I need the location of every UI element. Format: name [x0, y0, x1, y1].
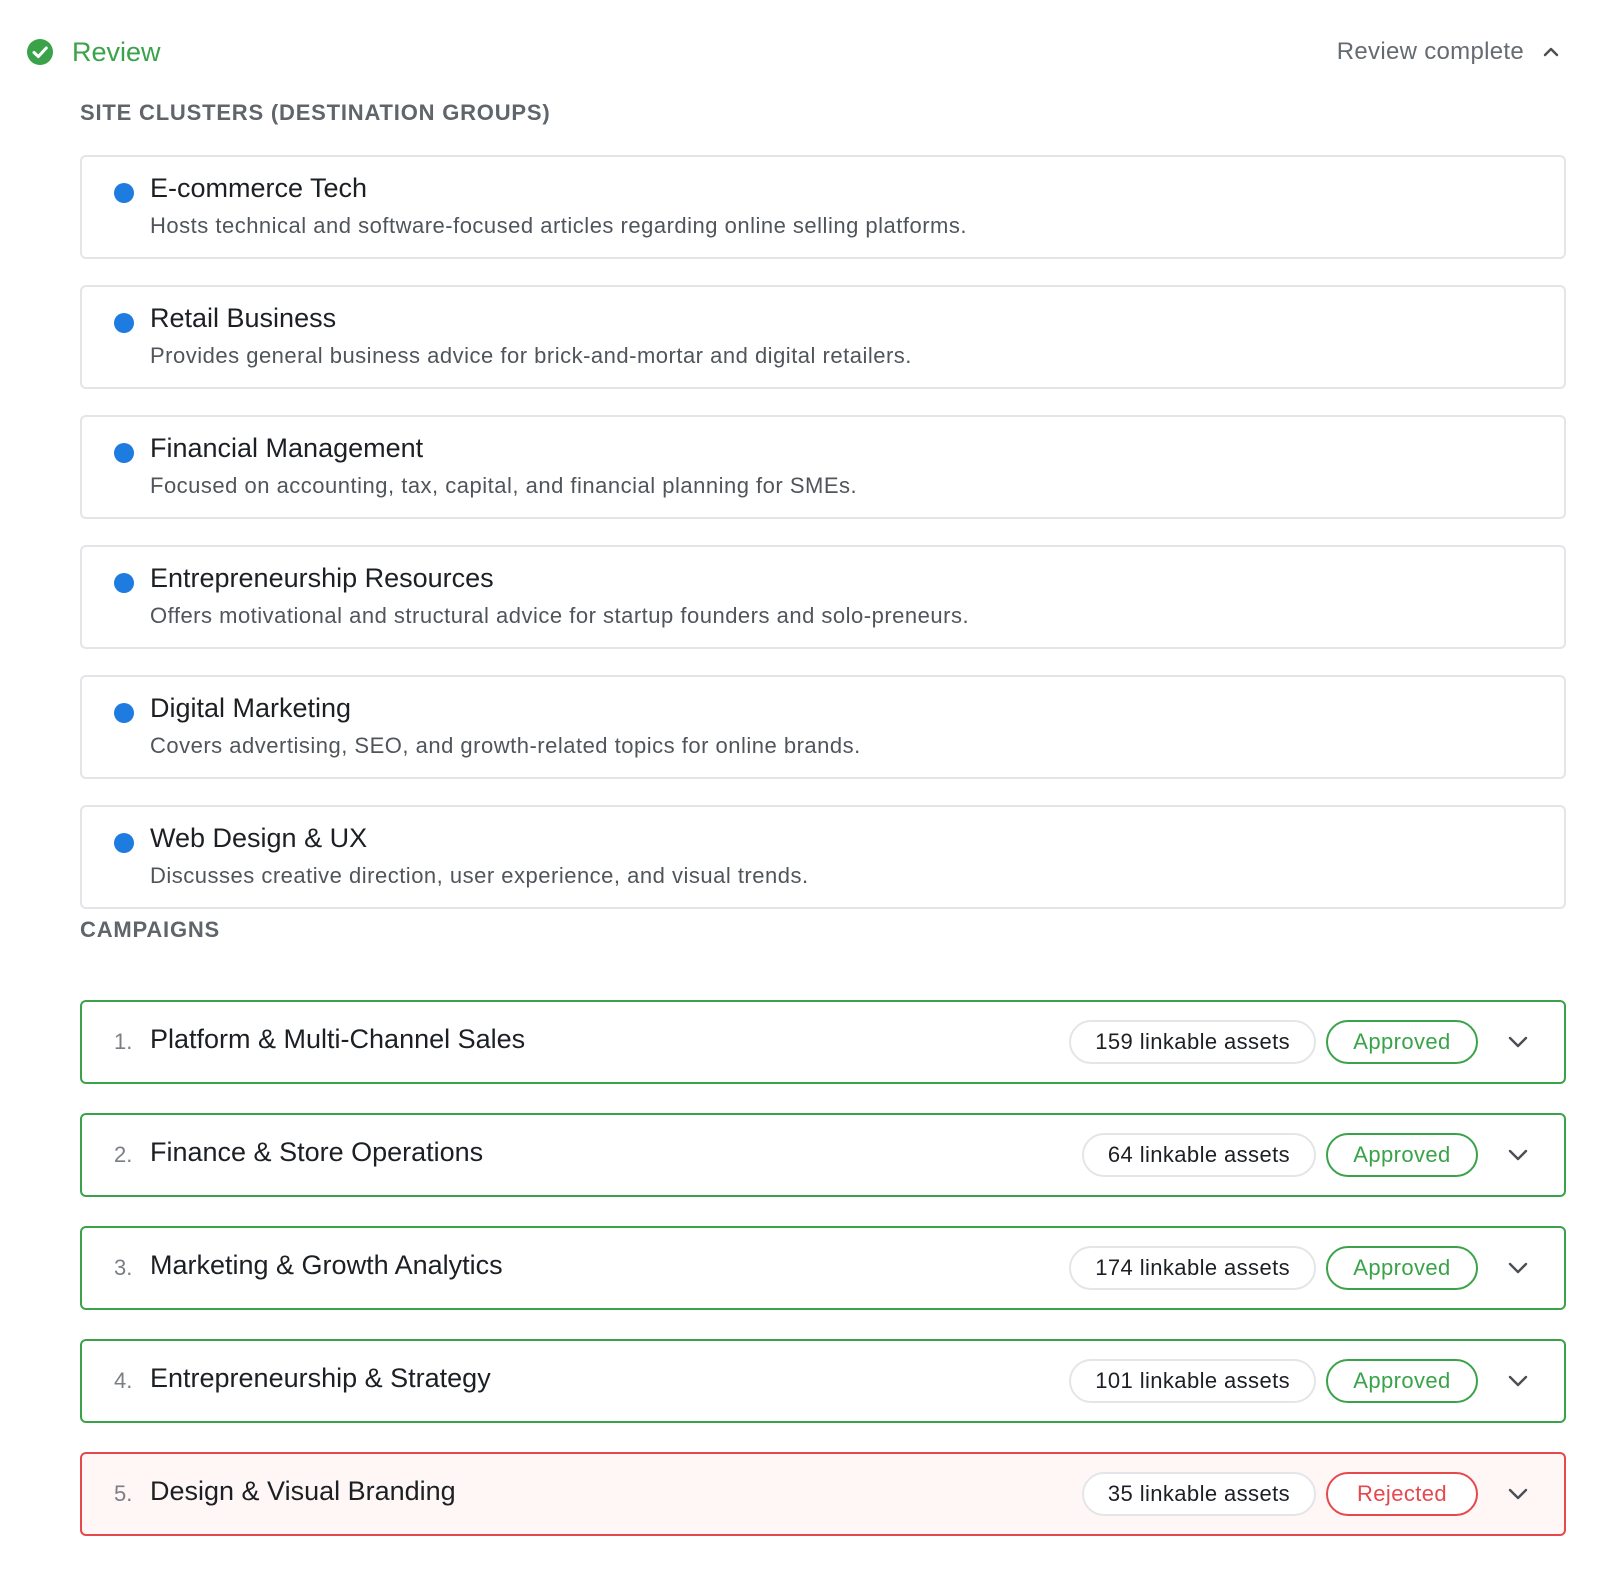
- cluster-card: Entrepreneurship Resources Offers motiva…: [80, 545, 1566, 649]
- cluster-card: Financial Management Focused on accounti…: [80, 415, 1566, 519]
- site-clusters-heading: SITE CLUSTERS (DESTINATION GROUPS): [80, 100, 551, 125]
- chevron-down-icon[interactable]: [1506, 1482, 1530, 1506]
- campaign-row[interactable]: 3. Marketing & Growth Analytics 174 link…: [80, 1226, 1566, 1310]
- campaign-title: Design & Visual Branding: [150, 1476, 456, 1506]
- campaign-meta: 35 linkable assets Rejected: [1081, 1470, 1530, 1518]
- linkable-assets-badge: 64 linkable assets: [1081, 1133, 1316, 1177]
- status-badge: Approved: [1326, 1133, 1478, 1177]
- campaign-meta: 159 linkable assets Approved: [1069, 1018, 1530, 1066]
- campaign-row[interactable]: 2. Finance & Store Operations 64 linkabl…: [80, 1113, 1566, 1197]
- campaigns-heading: CAMPAIGNS: [80, 917, 221, 942]
- cluster-dot: [114, 703, 134, 723]
- cluster-description: Offers motivational and structural advic…: [150, 603, 970, 628]
- cluster-card: Retail Business Provides general busines…: [80, 285, 1566, 389]
- campaign-title: Entrepreneurship & Strategy: [150, 1363, 491, 1393]
- campaign-title: Finance & Store Operations: [150, 1137, 484, 1167]
- cluster-dot: [114, 183, 134, 203]
- chevron-down-icon[interactable]: [1506, 1369, 1530, 1393]
- cluster-dot: [114, 833, 134, 853]
- cluster-card: E-commerce Tech Hosts technical and soft…: [80, 155, 1566, 259]
- campaigns-list: 1. Platform & Multi-Channel Sales 159 li…: [80, 1000, 1566, 1565]
- cluster-name: Entrepreneurship Resources: [150, 563, 494, 593]
- review-collapse-toggle[interactable]: Review complete: [1337, 32, 1562, 72]
- campaign-title: Marketing & Growth Analytics: [150, 1250, 503, 1280]
- cluster-description: Focused on accounting, tax, capital, and…: [150, 473, 858, 498]
- cluster-description: Provides general business advice for bri…: [150, 343, 912, 368]
- linkable-assets-badge: 35 linkable assets: [1081, 1472, 1316, 1516]
- status-badge: Rejected: [1326, 1472, 1478, 1516]
- cluster-name: Digital Marketing: [150, 693, 352, 723]
- linkable-assets-badge: 174 linkable assets: [1069, 1246, 1316, 1290]
- review-status-text: Review complete: [1336, 38, 1524, 65]
- campaign-index: 3.: [114, 1255, 133, 1280]
- cluster-name: Web Design & UX: [150, 823, 368, 853]
- status-badge: Approved: [1326, 1246, 1478, 1290]
- chevron-up-icon[interactable]: [1540, 41, 1562, 63]
- linkable-assets-badge: 101 linkable assets: [1069, 1359, 1316, 1403]
- site-clusters-list: E-commerce Tech Hosts technical and soft…: [80, 155, 1566, 935]
- campaign-index: 5.: [114, 1481, 133, 1506]
- chevron-down-icon[interactable]: [1506, 1256, 1530, 1280]
- chevron-down-icon[interactable]: [1506, 1143, 1530, 1167]
- campaign-row[interactable]: 1. Platform & Multi-Channel Sales 159 li…: [80, 1000, 1566, 1084]
- linkable-assets-badge: 159 linkable assets: [1069, 1020, 1316, 1064]
- cluster-name: Financial Management: [150, 433, 424, 463]
- cluster-dot: [114, 443, 134, 463]
- review-header-left: Review: [26, 32, 161, 72]
- campaign-title: Platform & Multi-Channel Sales: [150, 1024, 526, 1054]
- chevron-down-icon[interactable]: [1506, 1030, 1530, 1054]
- cluster-name: Retail Business: [150, 303, 337, 333]
- status-badge: Approved: [1326, 1359, 1478, 1403]
- cluster-card: Web Design & UX Discusses creative direc…: [80, 805, 1566, 909]
- campaign-row[interactable]: 4. Entrepreneurship & Strategy 101 linka…: [80, 1339, 1566, 1423]
- campaign-index: 4.: [114, 1368, 133, 1393]
- status-badge: Approved: [1326, 1020, 1478, 1064]
- campaign-meta: 64 linkable assets Approved: [1081, 1131, 1530, 1179]
- campaign-meta: 174 linkable assets Approved: [1069, 1244, 1530, 1292]
- cluster-dot: [114, 573, 134, 593]
- campaign-meta: 101 linkable assets Approved: [1069, 1357, 1530, 1405]
- cluster-description: Discusses creative direction, user exper…: [150, 863, 809, 888]
- cluster-description: Covers advertising, SEO, and growth-rela…: [150, 733, 861, 758]
- cluster-name: E-commerce Tech: [150, 173, 368, 203]
- review-title: Review: [72, 36, 161, 67]
- cluster-dot: [114, 313, 134, 333]
- check-circle-icon: [26, 38, 54, 66]
- review-header[interactable]: Review Review complete: [26, 32, 1562, 72]
- cluster-description: Hosts technical and software-focused art…: [150, 213, 967, 238]
- campaign-index: 1.: [114, 1029, 133, 1054]
- campaign-row[interactable]: 5. Design & Visual Branding 35 linkable …: [80, 1452, 1566, 1536]
- cluster-card: Digital Marketing Covers advertising, SE…: [80, 675, 1566, 779]
- campaign-index: 2.: [114, 1142, 133, 1167]
